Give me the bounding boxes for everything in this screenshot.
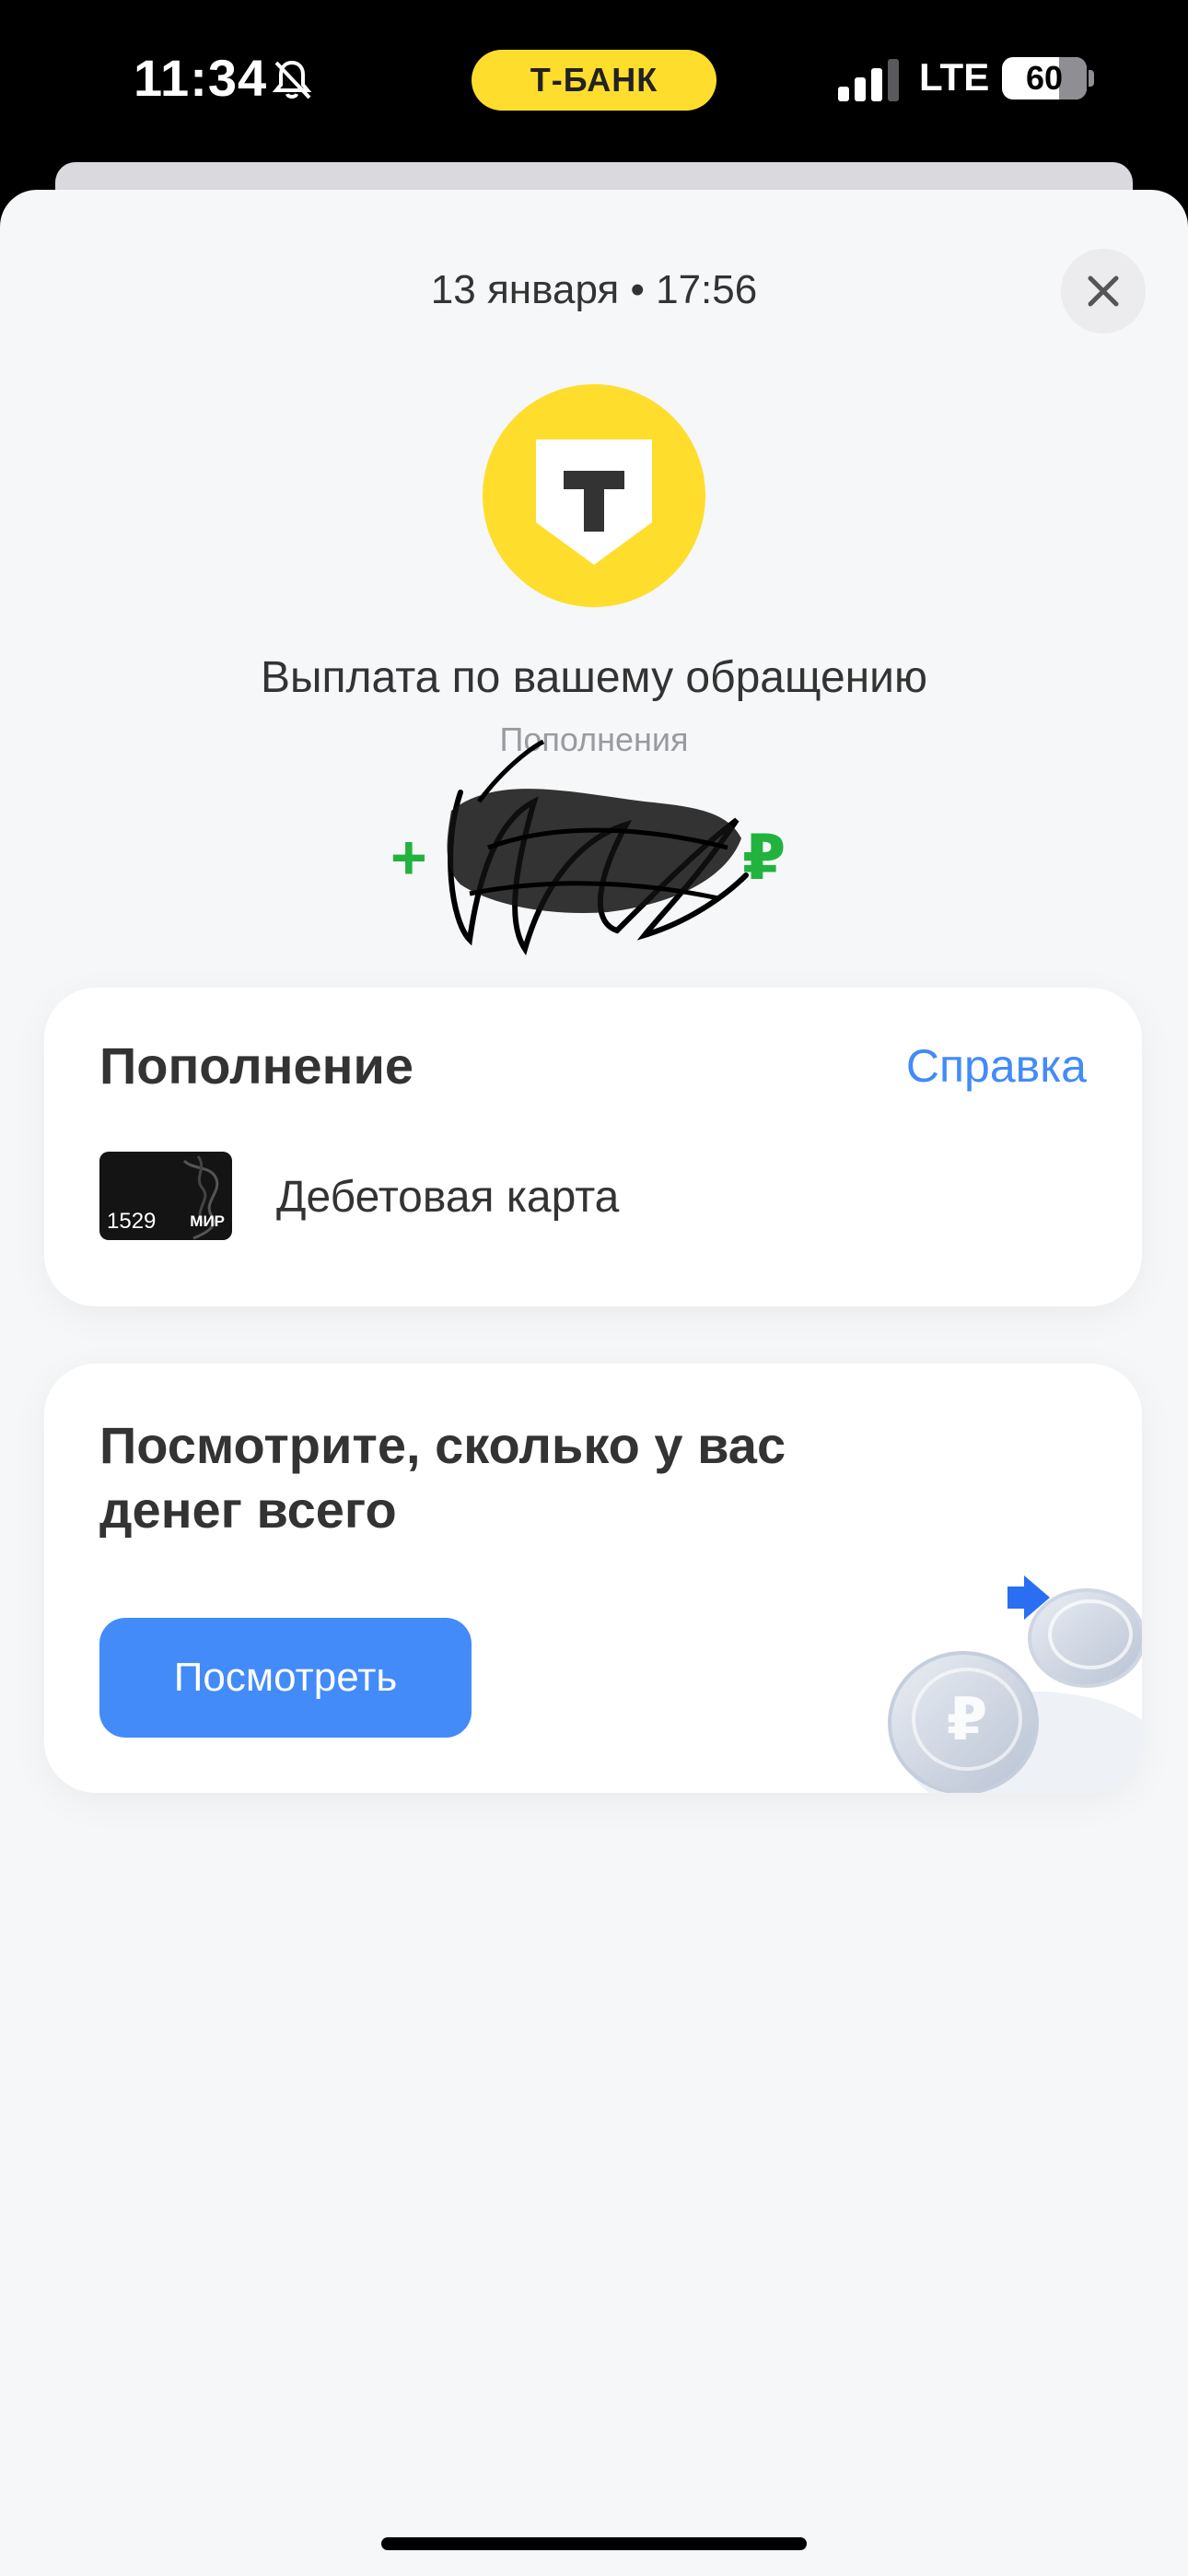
close-button[interactable]	[1061, 249, 1146, 334]
battery-tip	[1089, 70, 1094, 87]
promo-title: Посмотрите, сколько у вас денег всего	[99, 1416, 786, 1539]
bell-muted-icon	[272, 60, 312, 100]
shield-logo-icon: T	[536, 439, 652, 565]
replenishment-card: Пополнение Справка 1529 МИР Дебетовая ка…	[44, 988, 1142, 1306]
network-type: LTE	[919, 55, 990, 99]
transaction-datetime: 13 января • 17:56	[430, 267, 758, 312]
status-bar: 11:34 Т-БАНК LTE 60	[0, 0, 1188, 161]
signal-icon	[838, 59, 899, 101]
card-network: МИР	[190, 1212, 225, 1230]
coins-illustration-icon: ₽	[888, 1575, 1142, 1793]
home-indicator[interactable]	[381, 2537, 807, 2550]
carrier-badge: Т-БАНК	[472, 50, 716, 111]
card-last-digits: 1529	[107, 1209, 157, 1234]
battery-level: 60	[1025, 59, 1064, 97]
close-icon	[1088, 275, 1119, 307]
total-money-promo: Посмотрите, сколько у вас денег всего По…	[44, 1364, 1142, 1793]
section-title: Пополнение	[99, 1036, 414, 1095]
redacted-amount-scribble	[447, 739, 749, 956]
help-link[interactable]: Справка	[906, 1039, 1087, 1093]
bank-logo: T	[483, 384, 705, 607]
battery-icon: 60	[1002, 57, 1087, 100]
svg-text:₽: ₽	[947, 1686, 988, 1754]
debit-card-thumbnail[interactable]: 1529 МИР	[99, 1152, 232, 1240]
status-time: 11:34	[134, 49, 268, 107]
amount-sign: +	[390, 823, 427, 893]
transaction-title: Выплата по вашему обращению	[261, 653, 927, 702]
card-label[interactable]: Дебетовая карта	[276, 1172, 619, 1223]
view-button[interactable]: Посмотреть	[99, 1618, 472, 1738]
